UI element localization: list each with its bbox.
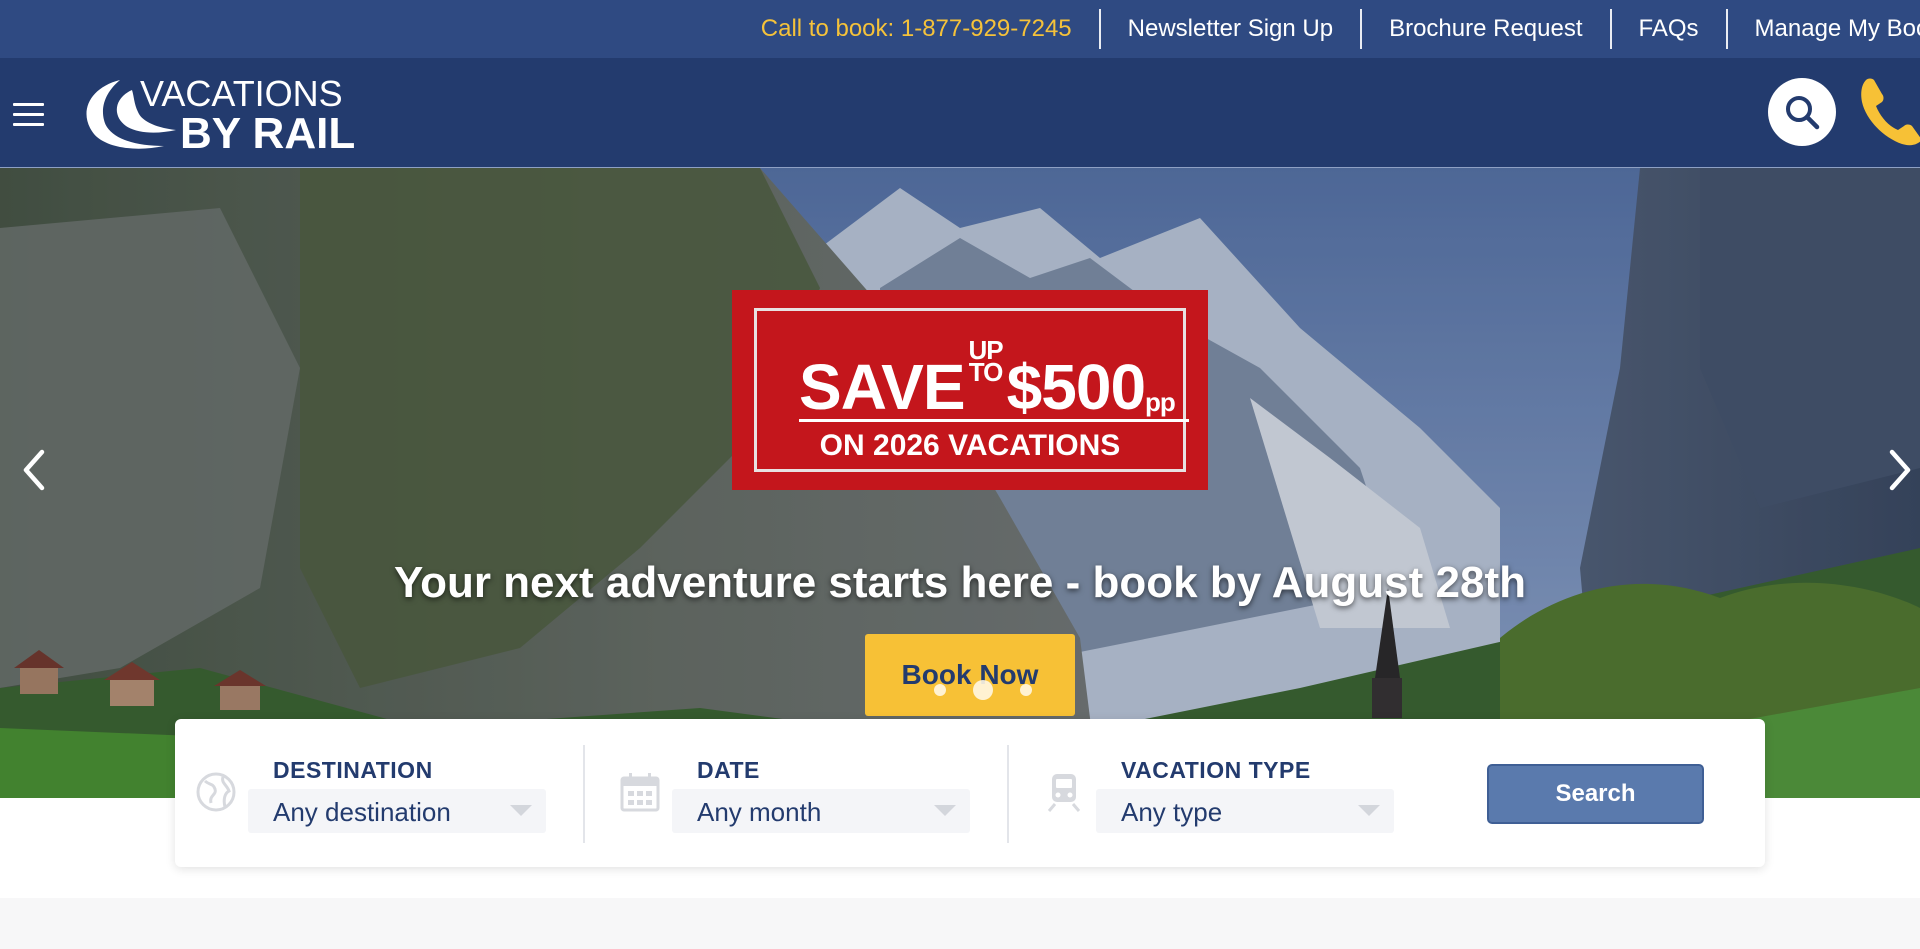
vacation-type-label: VACATION TYPE	[1121, 757, 1311, 783]
faqs-link[interactable]: FAQs	[1612, 0, 1726, 58]
svg-text:VACATIONS: VACATIONS	[140, 74, 343, 114]
vacation-type-field: VACATION TYPE Any type	[1023, 719, 1443, 867]
destination-field: DESTINATION Any destination	[175, 719, 585, 867]
vacation-type-select[interactable]: Any type	[1096, 789, 1394, 833]
search-icon	[1786, 96, 1820, 130]
date-label: DATE	[697, 757, 760, 783]
promo-headline: SAVEUP TO$500pp	[799, 335, 1176, 437]
hero-banner: SAVEUP TO$500pp ON 2026 VACATIONS Your ne…	[0, 168, 1920, 798]
promo-amount: $500	[1006, 351, 1146, 423]
promo-divider	[799, 419, 1189, 422]
chevron-down-icon	[510, 805, 532, 816]
call-to-book-link[interactable]: Call to book: 1-877-929-7245	[734, 0, 1099, 58]
calendar-icon	[620, 773, 660, 812]
brochure-request-link[interactable]: Brochure Request	[1362, 0, 1609, 58]
site-header: VACATIONS BY RAIL	[0, 58, 1920, 168]
chevron-down-icon	[934, 805, 956, 816]
svg-text:BY RAIL: BY RAIL	[180, 109, 355, 154]
train-icon	[1047, 774, 1081, 812]
carousel-dot-1[interactable]	[934, 684, 946, 696]
carousel-next-icon[interactable]	[1880, 440, 1920, 500]
chevron-down-icon	[1358, 805, 1380, 816]
manage-booking-link[interactable]: Manage My Bookin	[1728, 0, 1920, 58]
promo-up-to: UP TO	[968, 335, 1004, 387]
vacation-search-panel: DESTINATION Any destination DATE Any mon…	[175, 719, 1765, 867]
carousel-dots	[934, 679, 1034, 703]
field-divider	[1007, 745, 1009, 843]
destination-label: DESTINATION	[273, 757, 433, 783]
search-button[interactable]	[1768, 78, 1836, 146]
globe-icon	[196, 772, 236, 812]
book-now-button[interactable]: Book Now	[865, 634, 1075, 716]
menu-icon[interactable]	[13, 103, 44, 127]
carousel-prev-icon[interactable]	[14, 440, 54, 500]
destination-select[interactable]: Any destination	[248, 789, 546, 833]
destination-value: Any destination	[273, 797, 451, 827]
phone-icon[interactable]	[1858, 76, 1920, 150]
promo-badge: SAVEUP TO$500pp ON 2026 VACATIONS	[732, 290, 1208, 490]
field-divider	[583, 745, 585, 843]
promo-subline: ON 2026 VACATIONS	[819, 429, 1121, 462]
promo-pp: pp	[1145, 387, 1176, 417]
utility-bar: Call to book: 1-877-929-7245 Newsletter …	[0, 0, 1920, 58]
date-field: DATE Any month	[599, 719, 1009, 867]
hero-headline: Your next adventure starts here - book b…	[394, 558, 1526, 607]
page-content-background	[0, 898, 1920, 949]
carousel-dot-2[interactable]	[973, 680, 993, 700]
date-select[interactable]: Any month	[672, 789, 970, 833]
carousel-dot-3[interactable]	[1020, 684, 1032, 696]
promo-save-text: SAVE	[799, 351, 966, 423]
date-value: Any month	[697, 797, 822, 827]
promo-badge-inner: SAVEUP TO$500pp ON 2026 VACATIONS	[754, 308, 1189, 472]
vacation-type-value: Any type	[1121, 797, 1223, 827]
newsletter-signup-link[interactable]: Newsletter Sign Up	[1101, 0, 1360, 58]
site-logo[interactable]: VACATIONS BY RAIL	[76, 74, 366, 154]
search-submit-button[interactable]: Search	[1487, 764, 1704, 824]
